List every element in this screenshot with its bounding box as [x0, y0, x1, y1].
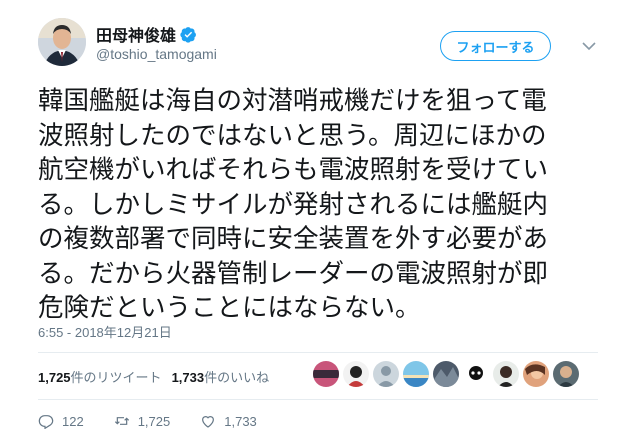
tweet-line: る。だから火器管制レーダーの電波照射が即 [38, 258, 549, 289]
retweet-icon [114, 417, 129, 425]
verified-icon [180, 26, 196, 43]
author-avatar[interactable] [38, 18, 86, 66]
liker-avatar[interactable] [343, 361, 369, 387]
reply-count: 122 [62, 413, 84, 429]
heart-icon [202, 416, 215, 428]
follow-button[interactable]: フォローする [440, 31, 551, 61]
tweet-timestamp[interactable]: 6:55 - 2018年12月21日 [38, 322, 172, 341]
author-name[interactable]: 田母神俊雄 [96, 22, 197, 46]
tweet-stats: 1,725件のリツイート 1,733件のいいね [38, 367, 269, 386]
liker-avatar[interactable] [523, 361, 549, 387]
likes-stat-count: 1,733 [171, 370, 205, 385]
retweets-stat-count: 1,725 [38, 370, 71, 385]
tweet-line: る。しかしミサイルが発射されるには艦艇内 [38, 189, 549, 220]
retweet-button[interactable]: 1,725 [114, 413, 171, 429]
tweet-line: 波照射したのではないと思う。周辺にほかの [38, 120, 547, 151]
display-name[interactable]: 田母神俊雄 [96, 22, 176, 46]
avatar-icon [38, 18, 86, 66]
liker-avatars [313, 361, 579, 387]
liker-avatar[interactable] [313, 361, 339, 387]
likes-stat-label: 件のいいね [204, 370, 270, 385]
tweet-line: 航空機がいればそれらも電波照射を受けてい [38, 155, 549, 185]
tweet-actions: 122 1,725 1,733 [38, 413, 287, 429]
tweet-line: 危険だということにはならない。 [38, 293, 421, 323]
retweets-stat[interactable]: 1,725件のリツイート [38, 367, 162, 386]
retweet-count: 1,725 [137, 413, 171, 429]
likes-stat[interactable]: 1,733件のいいね [172, 367, 270, 386]
reply-icon [38, 415, 54, 429]
like-button[interactable]: 1,733 [200, 413, 257, 429]
liker-avatar[interactable] [493, 361, 519, 387]
liker-avatar[interactable] [553, 361, 579, 387]
retweets-stat-label: 件のリツイート [70, 370, 162, 385]
like-count: 1,733 [224, 413, 257, 429]
tweet-text: 韓国艦艇は海自の対潜哨戒機だけを狙って電 波照射したのではないと思う。周辺にほか… [38, 84, 618, 326]
divider [38, 399, 598, 400]
author-handle[interactable]: @toshio_tamogami [96, 46, 217, 62]
liker-avatar[interactable] [463, 361, 489, 387]
divider [38, 352, 598, 353]
liker-avatar[interactable] [373, 361, 399, 387]
reply-button[interactable]: 122 [38, 413, 84, 429]
tweet-line: の複数部署で同時に安全装置を外す必要があ [38, 224, 549, 254]
tweet-line: 韓国艦艇は海自の対潜哨戒機だけを狙って電 [38, 86, 547, 116]
chevron-down-icon[interactable] [581, 38, 597, 54]
liker-avatar[interactable] [403, 361, 429, 387]
liker-avatar[interactable] [433, 361, 459, 387]
